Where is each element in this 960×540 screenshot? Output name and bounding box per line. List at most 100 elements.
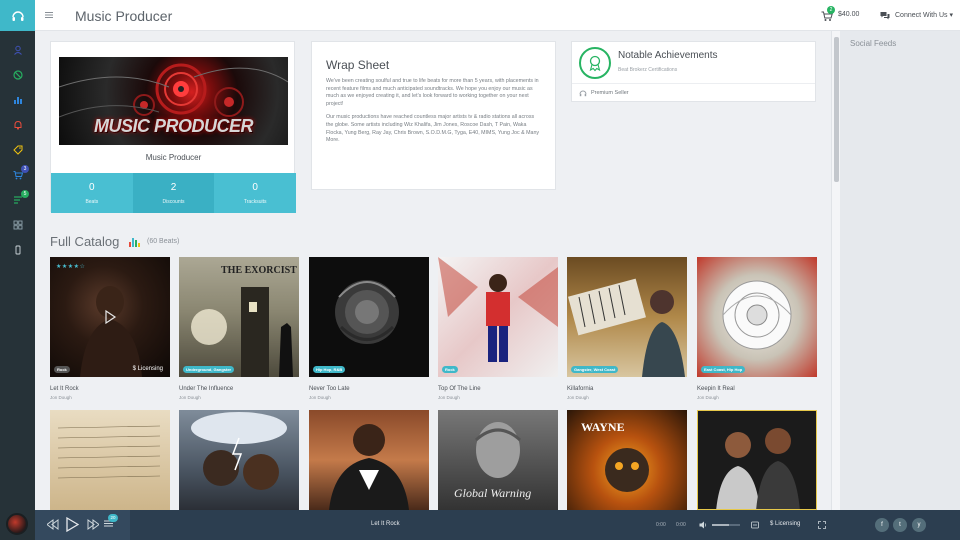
grid-icon xyxy=(13,220,22,229)
total-time: 0:00 xyxy=(676,522,686,528)
stat-value: 2 xyxy=(170,182,177,193)
beat-tile-let-it-rock[interactable]: ★★★★☆ Rock $ Licensing xyxy=(50,257,170,377)
beat-tile-keepin-it-real[interactable]: East Coast, Hip Hop xyxy=(697,257,817,377)
player-bar: 20 Let It Rock 0:00 0:00 $ Licensing xyxy=(35,510,840,540)
cart-total[interactable]: $40.00 xyxy=(838,11,859,18)
wrap-sheet-paragraph: We've been creating soulful and true to … xyxy=(326,78,539,107)
beat-artist[interactable]: Jon Dough xyxy=(697,395,719,400)
beat-tile[interactable] xyxy=(697,410,817,510)
beat-tile[interactable]: Global Warning xyxy=(438,410,558,510)
cover-art xyxy=(698,411,816,509)
volume-icon[interactable] xyxy=(699,521,707,529)
achievements-title: Notable Achievements xyxy=(618,50,718,61)
top-bar: Music Producer 2 $40.00 Connect With Us … xyxy=(35,0,960,31)
rating-stars[interactable]: ★★★★☆ xyxy=(56,263,85,270)
beat-title[interactable]: Under The Influence xyxy=(179,386,233,392)
social-bar: f t y xyxy=(840,510,960,540)
beat-tile[interactable] xyxy=(309,410,429,510)
cover-art xyxy=(438,257,558,362)
genre-tag[interactable]: East Coast, Hip Hop xyxy=(701,366,746,373)
rail-block[interactable] xyxy=(0,62,35,87)
catalog-count: (60 Beats) xyxy=(147,238,180,245)
beat-artist[interactable]: Jon Dough xyxy=(309,395,331,400)
cover-art xyxy=(335,280,399,344)
page-title: Music Producer xyxy=(75,8,173,24)
genre-tag[interactable]: Hip Hop, R&B xyxy=(313,366,346,373)
profile-card: MUSIC PRODUCER Music Producer 0 Beats 2 … xyxy=(50,41,297,213)
scroll-thumb[interactable] xyxy=(834,37,839,182)
expand-icon[interactable] xyxy=(818,521,826,529)
beat-artist[interactable]: Jon Dough xyxy=(438,395,460,400)
rail-alerts[interactable] xyxy=(0,112,35,137)
volume-slider[interactable] xyxy=(712,524,740,526)
stat-label: Discounts xyxy=(162,199,185,205)
award-badge-icon xyxy=(579,47,611,79)
next-icon[interactable] xyxy=(87,519,99,530)
profile-banner: MUSIC PRODUCER xyxy=(59,57,288,145)
rail-profile[interactable] xyxy=(0,37,35,62)
genre-tag[interactable]: Rock xyxy=(54,366,70,373)
beat-title[interactable]: Never Too Late xyxy=(309,386,350,392)
left-rail: 3 5 xyxy=(0,0,35,540)
wrap-sheet-title: Wrap Sheet xyxy=(326,58,390,72)
stat-label: Beats xyxy=(85,199,99,205)
cover-overlay-text: THE EXORCIST xyxy=(221,265,297,276)
avatar[interactable] xyxy=(6,513,28,535)
profile-stats: 0 Beats 2 Discounts 0 Tracksuits xyxy=(51,173,297,213)
rail-cart[interactable]: 3 xyxy=(0,162,35,187)
bar-chart-icon xyxy=(13,96,22,104)
headphones-logo-button[interactable] xyxy=(0,0,35,31)
genre-tag[interactable]: Gangster, West Coast xyxy=(571,366,619,373)
social-feeds-panel: Social Feeds xyxy=(840,31,960,510)
genre-tag[interactable]: Rock xyxy=(442,366,458,373)
rail-grid[interactable] xyxy=(0,212,35,237)
wrap-sheet-paragraph: Our music productions have reached count… xyxy=(326,114,540,144)
licensing-button[interactable]: $ Licensing xyxy=(770,521,800,527)
beat-tile-under-the-influence[interactable]: THE EXORCIST Underground, Gangster xyxy=(179,257,299,377)
twitter-icon[interactable]: t xyxy=(893,518,907,532)
beat-artist[interactable]: Jon Dough xyxy=(567,395,589,400)
previous-icon[interactable] xyxy=(47,519,59,530)
user-icon xyxy=(13,45,22,55)
beat-tile-killafornia[interactable]: Gangster, West Coast xyxy=(567,257,687,377)
beat-tile-top-of-the-line[interactable]: Rock xyxy=(438,257,558,377)
play-icon[interactable] xyxy=(65,517,79,532)
genre-tag[interactable]: Underground, Gangster xyxy=(183,366,235,373)
play-icon[interactable] xyxy=(102,309,118,325)
rail-stats[interactable] xyxy=(0,87,35,112)
beat-title[interactable]: Killafornia xyxy=(567,386,593,392)
beat-tile[interactable] xyxy=(50,410,170,510)
cover-art xyxy=(722,280,792,350)
equalizer-icon[interactable] xyxy=(751,521,759,529)
cover-art xyxy=(568,278,685,377)
main-scrollbar[interactable] xyxy=(831,31,840,510)
rail-tags[interactable] xyxy=(0,137,35,162)
social-feeds-title: Social Feeds xyxy=(850,39,897,48)
current-time: 0:00 xyxy=(656,522,666,528)
headphones-icon xyxy=(579,90,587,97)
connect-dropdown[interactable]: Connect With Us ▾ xyxy=(895,11,953,19)
beat-title[interactable]: Keepin It Real xyxy=(697,386,735,392)
stat-beats[interactable]: 0 Beats xyxy=(51,173,133,213)
beat-artist[interactable]: Jon Dough xyxy=(50,395,72,400)
achievements-subtitle: Beat Brokerz Certifications xyxy=(618,67,678,73)
facebook-icon[interactable]: f xyxy=(875,518,889,532)
beat-title[interactable]: Top Of The Line xyxy=(438,386,481,392)
now-playing-title: Let It Rock xyxy=(371,521,400,527)
catalog-title: Full Catalog xyxy=(50,234,120,249)
cover-overlay-text: Global Warning xyxy=(454,486,532,500)
rail-mobile[interactable] xyxy=(0,237,35,262)
stat-label: Tracksuits xyxy=(243,199,267,205)
stat-discounts[interactable]: 2 Discounts xyxy=(132,173,215,213)
beat-tile[interactable] xyxy=(179,410,299,510)
rail-list[interactable]: 5 xyxy=(0,187,35,212)
beat-tile-never-too-late[interactable]: Hip Hop, R&B xyxy=(309,257,429,377)
beat-artist[interactable]: Jon Dough xyxy=(179,395,201,400)
beat-title[interactable]: Let It Rock xyxy=(50,386,79,392)
achievements-card: Notable Achievements Beat Brokerz Certif… xyxy=(571,41,816,102)
beat-tile[interactable]: WAYNE xyxy=(567,410,687,510)
stat-tracksuits[interactable]: 0 Tracksuits xyxy=(214,173,297,213)
licensing-link[interactable]: $ Licensing xyxy=(133,366,163,372)
youtube-icon[interactable]: y xyxy=(912,518,926,532)
menu-icon[interactable] xyxy=(44,10,54,20)
